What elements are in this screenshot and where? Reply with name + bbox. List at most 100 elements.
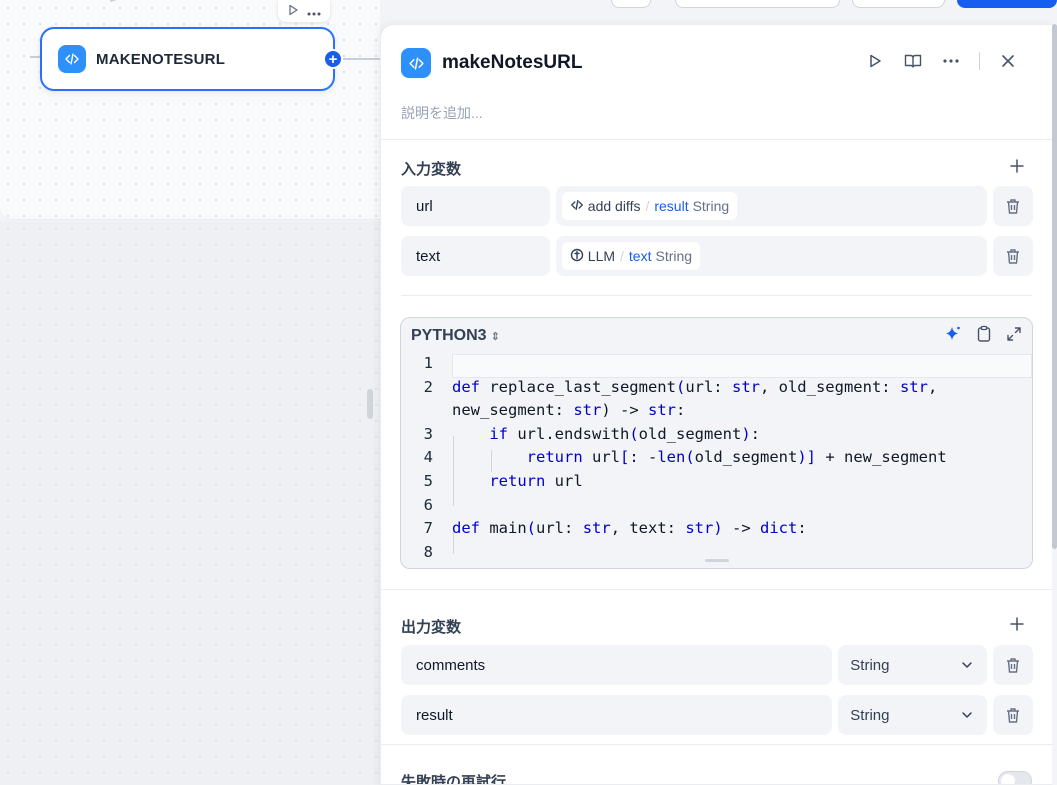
variable-reference-picker[interactable]: LLM / text String <box>555 236 988 276</box>
publish-button[interactable] <box>957 0 1057 8</box>
clipboard-icon[interactable] <box>976 325 992 348</box>
retry-on-failure-label: 失敗時の再試行 <box>401 774 507 785</box>
language-selector[interactable]: PYTHON3 ⇕ <box>411 327 500 345</box>
language-label: PYTHON3 <box>411 327 487 344</box>
code-icon <box>570 198 584 215</box>
code-text: new_segment: str) -> str: <box>452 401 686 420</box>
variable-type: String <box>655 248 693 264</box>
code-icon <box>58 45 86 73</box>
divider <box>381 589 1052 590</box>
code-text: if url.endswith(old_segment): <box>489 424 761 443</box>
toolbar-button[interactable] <box>675 0 840 8</box>
panel-scrollbar[interactable] <box>1052 24 1057 785</box>
retry-toggle[interactable] <box>998 771 1032 784</box>
more-icon[interactable] <box>941 51 961 71</box>
source-variable: result <box>654 198 689 214</box>
variable-reference-picker[interactable]: add diffs / result String <box>555 186 988 226</box>
expand-icon[interactable] <box>1006 326 1022 347</box>
code-text: return url[: -len(old_segment)] + new_se… <box>526 448 947 467</box>
line-number: 6 <box>423 495 433 514</box>
variable-reference-chip: LLM / text String <box>561 242 701 270</box>
toolbar-button[interactable] <box>852 0 945 8</box>
chevron-down-icon <box>962 712 972 718</box>
add-input-variable-button[interactable] <box>1008 157 1026 175</box>
output-type-select[interactable]: String <box>838 645 988 685</box>
add-next-node-button[interactable]: + <box>323 49 343 69</box>
trash-icon <box>1007 707 1020 723</box>
code-node[interactable]: MAKENOTESURL <box>40 27 335 91</box>
source-variable: text <box>628 248 652 264</box>
sparkle-icon[interactable] <box>944 325 962 348</box>
node-input-edge <box>30 56 40 58</box>
divider <box>979 52 980 70</box>
code-line: 6 <box>401 496 1032 520</box>
panel-title[interactable]: makeNotesURL <box>442 52 582 74</box>
trash-icon <box>1007 657 1020 673</box>
code-icon <box>401 48 431 78</box>
delete-variable-button[interactable] <box>993 236 1034 276</box>
more-icon[interactable] <box>307 4 321 19</box>
trash-icon <box>1007 248 1020 264</box>
line-number: 4 <box>423 448 433 467</box>
output-variable-row: result String <box>401 695 1033 735</box>
delete-variable-button[interactable] <box>993 186 1034 226</box>
code-line: 2 def replace_last_segment(url: str, old_… <box>401 378 1032 402</box>
description-input[interactable]: 説明を追加... <box>401 103 483 123</box>
line-number: 8 <box>423 542 433 561</box>
node-toolbar <box>278 0 330 22</box>
trash-icon <box>1007 198 1020 214</box>
divider <box>381 744 1052 745</box>
variable-name-input[interactable]: url <box>401 186 550 226</box>
panel-header: makeNotesURL <box>401 47 1036 79</box>
workflow-canvas-lower[interactable] <box>0 221 380 785</box>
code-line: 8 <box>401 543 1032 567</box>
chevron-down-icon <box>962 662 972 668</box>
type-value: String <box>850 706 890 724</box>
code-line: 3 if url.endswith(old_segment): <box>401 425 1032 449</box>
line-number: 3 <box>423 424 433 443</box>
toolbar-button[interactable] <box>611 0 651 8</box>
variable-type: String <box>692 198 730 214</box>
output-name-input[interactable]: comments <box>401 645 833 685</box>
code-content[interactable]: 1 2 def replace_last_segment(url: str, old… <box>401 354 1032 568</box>
source-node-name: LLM <box>587 248 616 264</box>
code-line: 4 return url[: -len(old_segment)] + new_… <box>401 448 1032 472</box>
line-number: 1 <box>423 354 433 372</box>
add-output-variable-button[interactable] <box>1008 615 1026 633</box>
output-name-input[interactable]: result <box>401 695 833 735</box>
variable-name-input[interactable]: text <box>401 236 550 276</box>
line-number: 5 <box>423 472 433 490</box>
type-value: String <box>850 656 890 674</box>
close-icon[interactable] <box>998 51 1018 71</box>
delete-variable-button[interactable] <box>993 645 1033 685</box>
input-variable-row: url add diffs / result String <box>401 186 1034 226</box>
line-number: 2 <box>423 377 433 396</box>
run-node-icon[interactable] <box>287 4 299 19</box>
variable-reference-chip: add diffs / result String <box>561 192 738 220</box>
panel-resize-handle[interactable] <box>367 389 373 419</box>
source-node-name: add diffs <box>587 198 641 214</box>
node-settings-panel: makeNotesURL 説明を追加... 入力変数 url add diffs… <box>380 24 1052 785</box>
code-line: new_segment: str) -> str: <box>401 401 1032 425</box>
input-variables-title: 入力変数 <box>401 161 462 178</box>
code-line: 5 return url <box>401 472 1032 496</box>
editor-resize-handle[interactable] <box>705 559 729 562</box>
run-icon[interactable] <box>865 51 885 71</box>
input-variable-row: text LLM / text String <box>401 236 1034 276</box>
line-number: 7 <box>423 519 433 538</box>
edge-line <box>343 58 380 60</box>
llm-icon <box>570 248 584 265</box>
code-line: 1 <box>401 354 1032 378</box>
code-text: def replace_last_segment(url: str, old_s… <box>452 377 938 396</box>
sort-icon: ⇕ <box>490 330 500 343</box>
delete-variable-button[interactable] <box>993 695 1033 735</box>
divider <box>381 139 1052 140</box>
code-text: return url <box>489 472 583 490</box>
book-icon[interactable] <box>903 51 923 71</box>
output-variables-title: 出力変数 <box>401 619 462 636</box>
divider <box>401 295 1032 296</box>
code-line: 7 def main(url: str, text: str) -> dict: <box>401 519 1032 543</box>
code-editor[interactable]: PYTHON3 ⇕ 1 2 def replace_last_segment(url <box>400 317 1033 569</box>
output-type-select[interactable]: String <box>838 695 988 735</box>
node-title: MAKENOTESURL <box>96 50 226 68</box>
